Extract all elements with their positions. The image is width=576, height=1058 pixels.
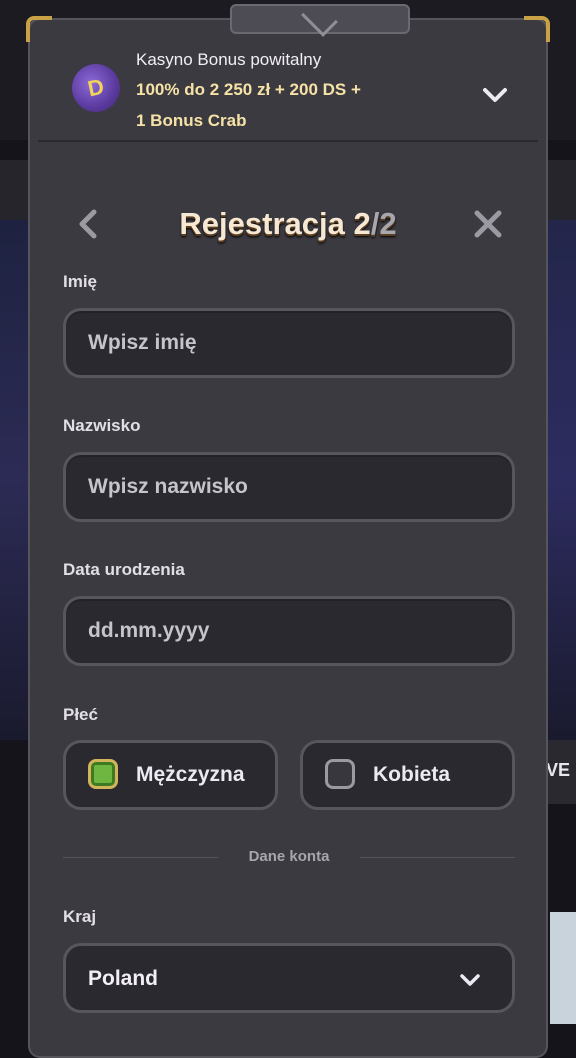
chevron-down-icon <box>458 968 482 992</box>
first-name-field[interactable] <box>63 308 515 378</box>
bonus-offer-line: 100% do 2 250 zł + 200 DS + <box>136 80 361 99</box>
welcome-bonus-panel[interactable]: D Kasyno Bonus powitalny 100% do 2 250 z… <box>38 24 538 142</box>
background-art-right <box>546 220 576 740</box>
bonus-title: Kasyno Bonus powitalny <box>136 50 322 69</box>
first-name-input[interactable] <box>66 311 512 375</box>
close-icon <box>474 210 502 238</box>
birthdate-field[interactable] <box>63 596 515 666</box>
registration-modal: D Kasyno Bonus powitalny 100% do 2 250 z… <box>26 4 550 1058</box>
gender-option-female[interactable]: Kobieta <box>300 740 515 810</box>
country-value: Poland <box>88 967 159 990</box>
background-partial-text: VE <box>545 760 570 780</box>
country-label: Kraj <box>63 907 97 926</box>
gender-option-male[interactable]: Mężczyzna <box>63 740 278 810</box>
chevron-down-icon[interactable] <box>480 80 510 110</box>
radio-unchecked-icon[interactable] <box>325 759 355 789</box>
title-step: Rejestracja 2 <box>179 206 371 241</box>
gender-option-label: Kobieta <box>373 763 451 786</box>
gender-label: Płeć <box>63 705 98 724</box>
section-divider: Dane konta <box>63 848 515 865</box>
divider-line <box>360 857 515 858</box>
birthdate-label: Data urodzenia <box>63 560 185 579</box>
bonus-offer-line: 1 Bonus Crab <box>136 111 247 130</box>
last-name-field[interactable] <box>63 452 515 522</box>
gender-option-label: Mężczyzna <box>136 763 245 786</box>
registration-header: Rejestracja 2/2 <box>30 196 546 252</box>
casino-logo-icon: D <box>72 64 120 112</box>
first-name-label: Imię <box>63 272 98 291</box>
background-image-fragment <box>550 912 576 1024</box>
logo-letter: D <box>85 73 107 102</box>
close-button[interactable] <box>470 206 506 242</box>
last-name-input[interactable] <box>66 455 512 519</box>
radio-checked-icon[interactable] <box>88 759 118 789</box>
background-art-left <box>0 220 30 740</box>
page-title: Rejestracja 2/2 <box>30 206 546 242</box>
country-select[interactable]: Poland <box>63 943 515 1013</box>
title-total: /2 <box>370 206 397 241</box>
birthdate-input[interactable] <box>66 599 512 663</box>
last-name-label: Nazwisko <box>63 416 141 435</box>
